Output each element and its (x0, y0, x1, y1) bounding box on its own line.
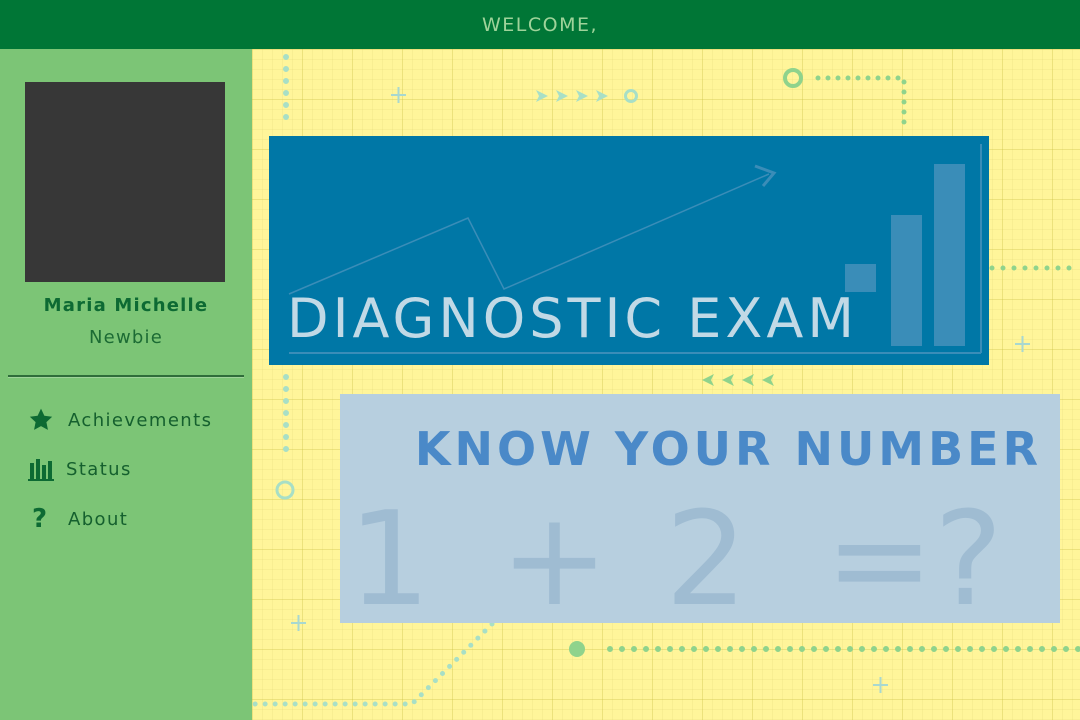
top-bar: WELCOME, (0, 0, 1080, 49)
sidebar-item-about[interactable]: ? About (28, 503, 128, 535)
sidebar-item-label: About (68, 508, 129, 530)
equation-operand-2: 2 (665, 483, 748, 623)
welcome-text: WELCOME, (481, 13, 599, 36)
equation-operator-plus: + (500, 483, 609, 623)
sidebar-item-label: Achievements (68, 409, 213, 431)
star-icon (28, 407, 56, 433)
sidebar-item-achievements[interactable]: Achievements (28, 404, 212, 436)
sidebar-item-label: Status (66, 458, 132, 480)
question-icon: ? (32, 504, 48, 534)
equation-operand-1: 1 (348, 483, 431, 623)
banner-title: DIAGNOSTIC EXAM (287, 287, 858, 350)
panel-title: KNOW YOUR NUMBER (414, 422, 1042, 476)
sidebar-divider (8, 375, 244, 378)
bar-chart-icon (28, 457, 56, 481)
sidebar: Maria Michelle Newbie Achievements Statu… (0, 49, 252, 720)
diagnostic-exam-banner[interactable]: DIAGNOSTIC EXAM (269, 136, 989, 365)
user-rank: Newbie (89, 327, 163, 348)
sidebar-item-status[interactable]: Status (28, 453, 132, 485)
equation-equals-question: =? (825, 483, 1003, 623)
user-name: Maria Michelle (43, 295, 209, 316)
main-content: DIAGNOSTIC EXAM KNOW YOUR NUMBER 1 + 2 =… (252, 49, 1080, 720)
know-your-number-panel[interactable]: KNOW YOUR NUMBER 1 + 2 =? (340, 394, 1060, 623)
avatar[interactable] (25, 82, 225, 282)
